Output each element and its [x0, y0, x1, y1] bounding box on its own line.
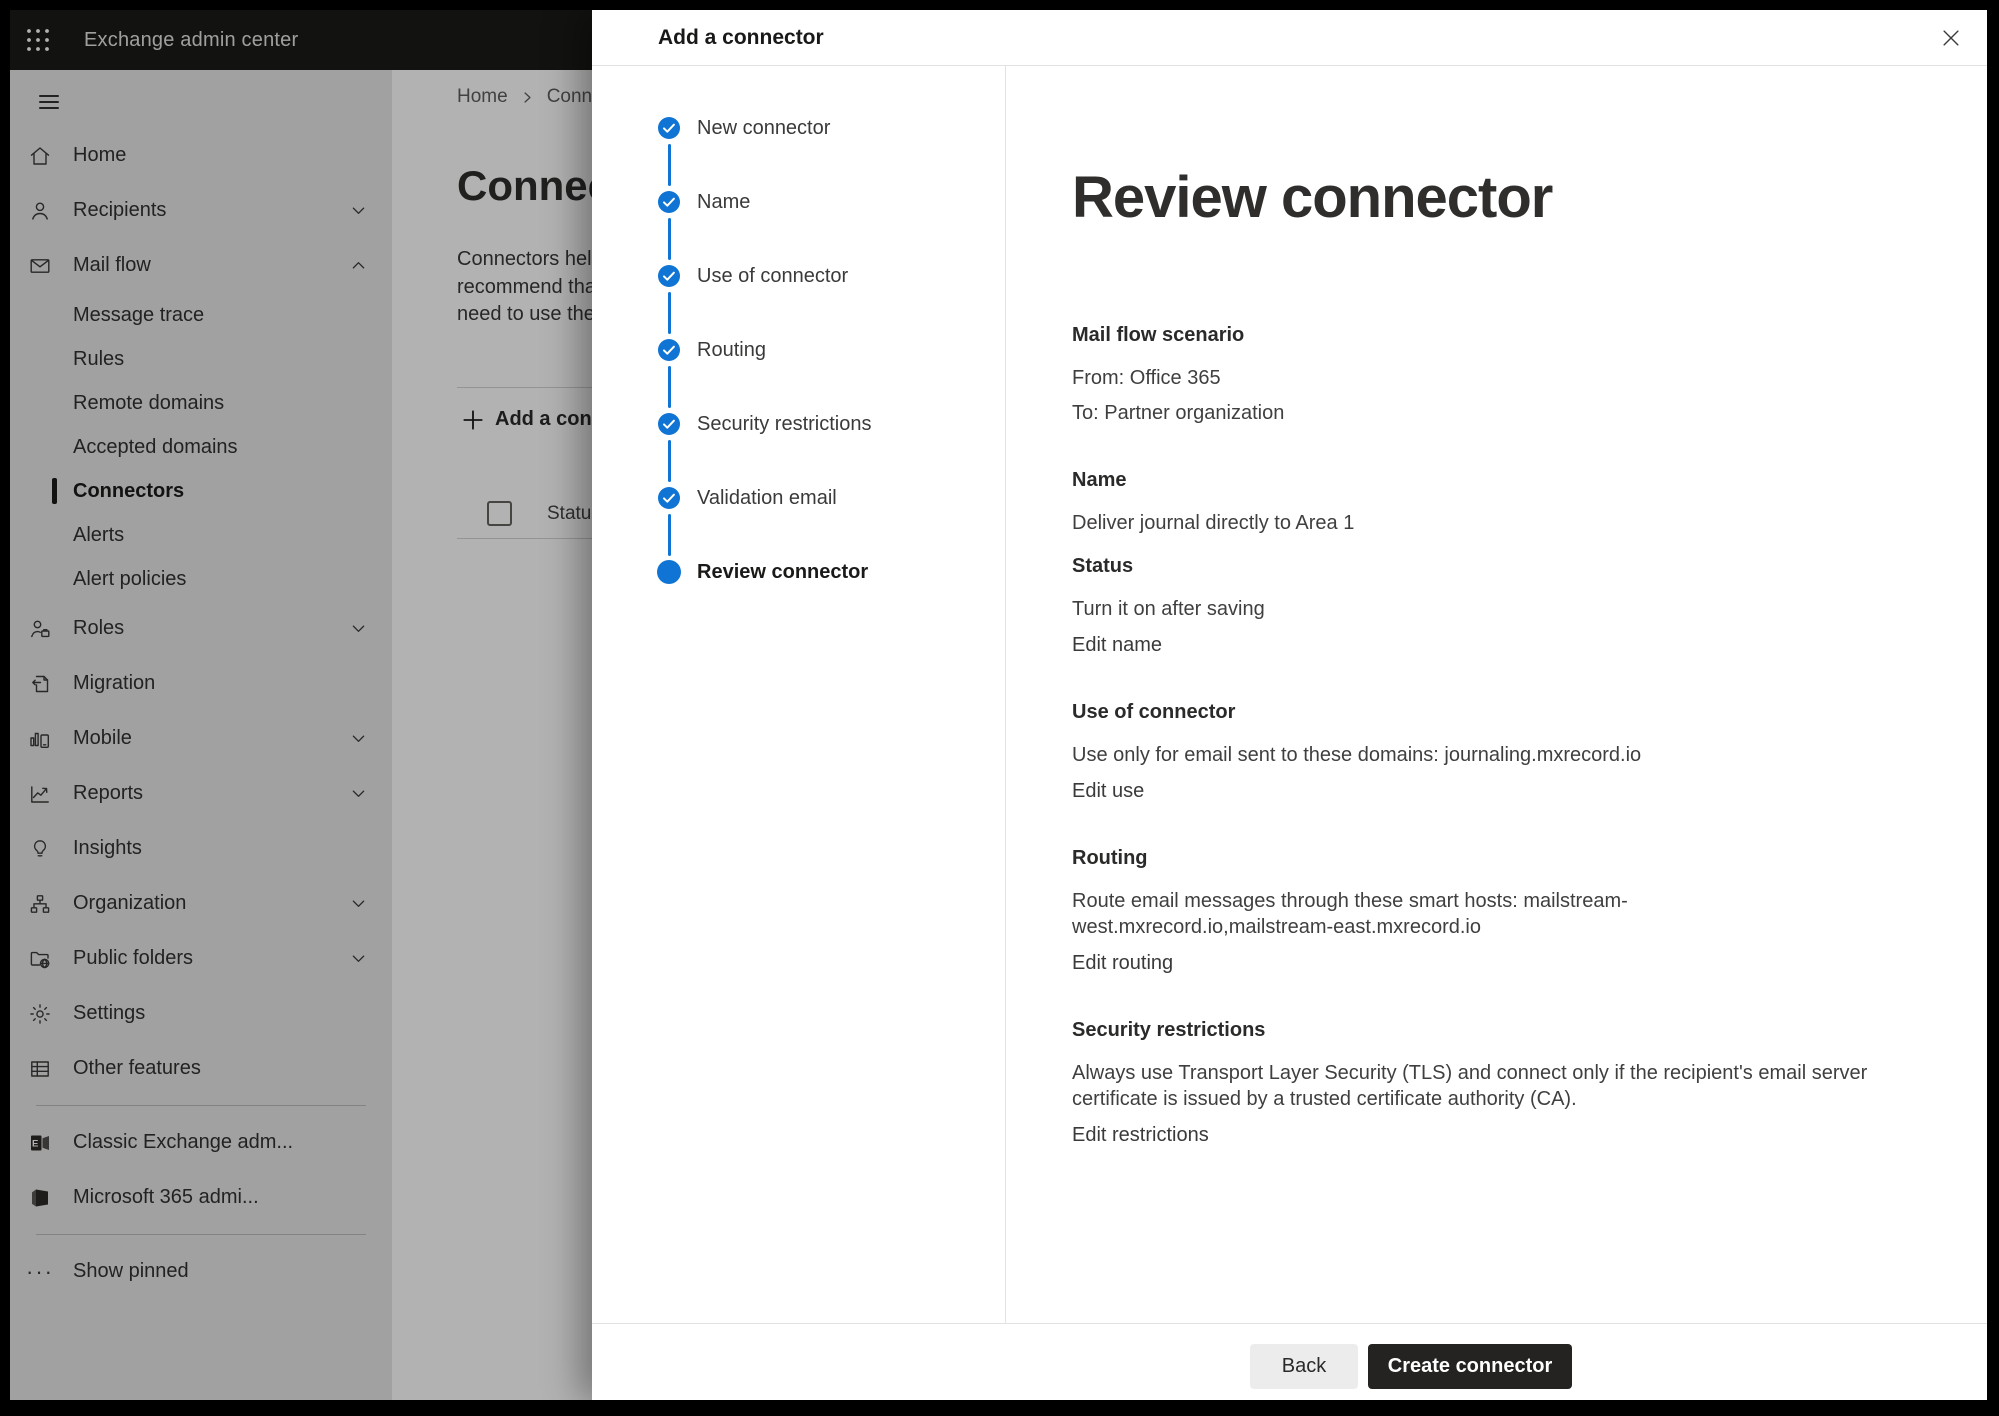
dialog-header: Add a connector: [592, 10, 1987, 66]
wizard-step-label: New connector: [697, 117, 830, 140]
wizard-step-label: Security restrictions: [697, 413, 872, 436]
wizard-step-new-connector[interactable]: New connector: [657, 91, 1005, 165]
completed-check-icon: [657, 412, 681, 436]
section-title: Use of connector: [1072, 699, 1869, 725]
completed-check-icon: [657, 486, 681, 510]
review-heading: Review connector: [1072, 166, 1869, 230]
dialog-footer: Back Create connector: [592, 1323, 1987, 1400]
routing-value: Route email messages through these smart…: [1072, 888, 1869, 940]
wizard-step-label: Name: [697, 191, 750, 214]
wizard-step-security-restrictions[interactable]: Security restrictions: [657, 387, 1005, 461]
wizard-step-use-of-connector[interactable]: Use of connector: [657, 239, 1005, 313]
dialog-title: Add a connector: [658, 26, 824, 50]
completed-check-icon: [657, 190, 681, 214]
wizard-step-routing[interactable]: Routing: [657, 313, 1005, 387]
add-connector-dialog: Add a connector New connector Name Use of …: [592, 10, 1987, 1400]
wizard-stepper: New connector Name Use of connector Routing…: [592, 66, 1006, 1323]
wizard-step-label: Validation email: [697, 487, 837, 510]
edit-restrictions-link[interactable]: Edit restrictions: [1072, 1122, 1209, 1148]
name-value: Deliver journal directly to Area 1: [1072, 510, 1869, 536]
screen-frame: Exchange admin center HomeRecipientsMail…: [0, 0, 1999, 1416]
section-title: Name: [1072, 467, 1869, 493]
section-title: Routing: [1072, 845, 1869, 871]
review-pane: Review connector Mail flow scenario From…: [1006, 66, 1987, 1323]
exchange-admin-app: Exchange admin center HomeRecipientsMail…: [10, 10, 1987, 1400]
back-button[interactable]: Back: [1250, 1344, 1358, 1389]
status-subtitle: Status: [1072, 553, 1869, 579]
wizard-step-validation-email[interactable]: Validation email: [657, 461, 1005, 535]
wizard-step-label: Review connector: [697, 561, 868, 584]
wizard-step-review-connector[interactable]: Review connector: [657, 535, 1005, 609]
close-button[interactable]: [1933, 20, 1969, 56]
create-connector-button[interactable]: Create connector: [1368, 1344, 1572, 1389]
security-value: Always use Transport Layer Security (TLS…: [1072, 1060, 1869, 1112]
mail-flow-to: To: Partner organization: [1072, 400, 1869, 426]
edit-routing-link[interactable]: Edit routing: [1072, 950, 1173, 976]
section-title: Security restrictions: [1072, 1017, 1869, 1043]
name-section: Name Deliver journal directly to Area 1 …: [1072, 467, 1869, 658]
security-restrictions-section: Security restrictions Always use Transpo…: [1072, 1017, 1869, 1148]
current-step-icon: [657, 560, 681, 584]
close-icon: [1940, 27, 1962, 49]
use-of-connector-section: Use of connector Use only for email sent…: [1072, 699, 1869, 804]
edit-use-link[interactable]: Edit use: [1072, 778, 1144, 804]
completed-check-icon: [657, 264, 681, 288]
mail-flow-from: From: Office 365: [1072, 365, 1869, 391]
wizard-step-label: Use of connector: [697, 265, 848, 288]
edit-name-link[interactable]: Edit name: [1072, 632, 1162, 658]
wizard-step-label: Routing: [697, 339, 766, 362]
use-value: Use only for email sent to these domains…: [1072, 742, 1869, 768]
wizard-step-name[interactable]: Name: [657, 165, 1005, 239]
status-value: Turn it on after saving: [1072, 596, 1869, 622]
mail-flow-scenario-section: Mail flow scenario From: Office 365 To: …: [1072, 322, 1869, 426]
completed-check-icon: [657, 338, 681, 362]
completed-check-icon: [657, 116, 681, 140]
routing-section: Routing Route email messages through the…: [1072, 845, 1869, 976]
section-title: Mail flow scenario: [1072, 322, 1869, 348]
